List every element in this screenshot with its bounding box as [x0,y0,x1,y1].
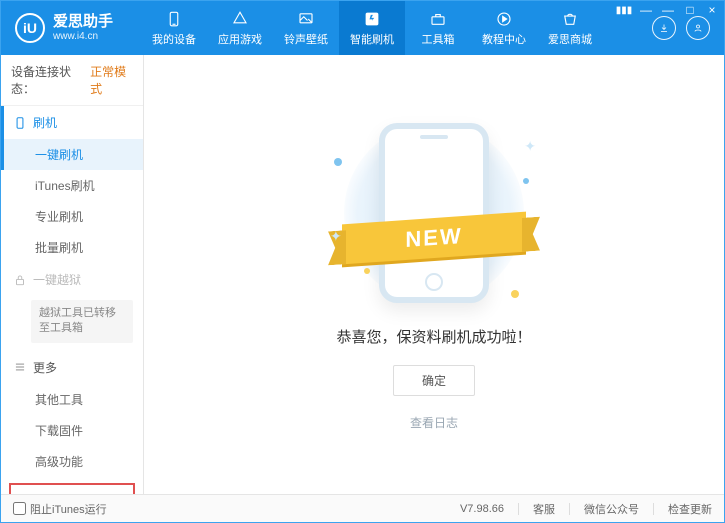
block-itunes-checkbox[interactable]: 阻止iTunes运行 [13,501,107,517]
flash-head-label: 刷机 [33,114,57,131]
main-content: NEW ✦ ✦ 恭喜您，保资料刷机成功啦！ 确定 查看日志 [144,55,724,494]
jailbreak-section: 一键越狱 越狱工具已转移至工具箱 [1,263,143,351]
maximize-button[interactable]: □ [682,3,698,17]
sidebar-item-pro[interactable]: 专业刷机 [1,201,143,232]
success-illustration: NEW ✦ ✦ [324,118,544,308]
wechat-link[interactable]: 微信公众号 [584,501,639,517]
jailbreak-note: 越狱工具已转移至工具箱 [31,300,133,343]
body: 设备连接状态： 正常模式 刷机 一键刷机 iTunes刷机 专业刷机 批量刷机 … [1,55,724,494]
toolbox-icon [429,10,447,28]
lock-icon [13,273,27,287]
window-controls: ▮▮▮ — — □ × [616,3,720,17]
sidebar-item-download-fw[interactable]: 下载固件 [1,415,143,446]
menu-icon[interactable]: ▮▮▮ [616,3,632,17]
nav-label: 工具箱 [422,31,455,47]
separator [518,503,519,515]
minimize-button[interactable]: — [660,3,676,17]
flash-icon [363,10,381,28]
footer-right: V7.98.66 客服 微信公众号 检查更新 [460,501,712,517]
apps-icon [231,10,249,28]
flash-heading[interactable]: 刷机 [1,106,143,139]
tutorial-icon [495,10,513,28]
connection-status: 设备连接状态： 正常模式 [1,55,143,106]
nav-my-device[interactable]: 我的设备 [141,1,207,55]
block-itunes-label: 阻止iTunes运行 [30,501,107,517]
brand-logo-icon: iU [15,13,45,43]
nav-tutorial[interactable]: 教程中心 [471,1,537,55]
support-link[interactable]: 客服 [533,501,555,517]
user-button[interactable] [686,16,710,40]
flash-section: 刷机 一键刷机 iTunes刷机 专业刷机 批量刷机 [1,106,143,263]
brand-url: www.i4.cn [53,31,113,43]
app-window: iU 爱思助手 www.i4.cn 我的设备 应用游戏 铃声壁纸 智能刷机 [0,0,725,523]
download-button[interactable] [652,16,676,40]
separator [569,503,570,515]
nav-label: 智能刷机 [350,31,394,47]
sidebar-item-itunes[interactable]: iTunes刷机 [1,170,143,201]
jailbreak-head-label: 一键越狱 [33,271,81,288]
decor-dot [523,178,529,184]
nav-smart-flash[interactable]: 智能刷机 [339,1,405,55]
brand-title: 爱思助手 [53,13,113,31]
list-icon [13,360,27,374]
conn-label: 设备连接状态： [11,63,86,97]
nav-app-games[interactable]: 应用游戏 [207,1,273,55]
sidebar: 设备连接状态： 正常模式 刷机 一键刷机 iTunes刷机 专业刷机 批量刷机 … [1,55,144,494]
sidebar-item-oneclick[interactable]: 一键刷机 [1,139,143,170]
wallpaper-icon [297,10,315,28]
close-button[interactable]: × [704,3,720,17]
dash-icon[interactable]: — [638,3,654,17]
nav-label: 应用游戏 [218,31,262,47]
decor-dot [511,290,519,298]
nav-store[interactable]: 爱思商城 [537,1,603,55]
nav-label: 教程中心 [482,31,526,47]
decor-dot [334,158,342,166]
title-bar: iU 爱思助手 www.i4.cn 我的设备 应用游戏 铃声壁纸 智能刷机 [1,1,724,55]
sidebar-item-batch[interactable]: 批量刷机 [1,232,143,263]
success-message: 恭喜您，保资料刷机成功啦！ [336,326,531,347]
nav-toolbox[interactable]: 工具箱 [405,1,471,55]
nav-label: 爱思商城 [548,31,592,47]
phone-small-icon [13,116,27,130]
phone-icon [165,10,183,28]
more-head-label: 更多 [33,359,57,376]
main-nav: 我的设备 应用游戏 铃声壁纸 智能刷机 工具箱 教程中心 [141,1,652,55]
nav-label: 我的设备 [152,31,196,47]
status-bar: 阻止iTunes运行 V7.98.66 客服 微信公众号 检查更新 [1,494,724,522]
sidebar-item-other-tools[interactable]: 其他工具 [1,384,143,415]
check-update-link[interactable]: 检查更新 [668,501,712,517]
nav-ring-wall[interactable]: 铃声壁纸 [273,1,339,55]
view-log-link[interactable]: 查看日志 [410,414,458,431]
store-icon [561,10,579,28]
sidebar-item-advanced[interactable]: 高级功能 [1,446,143,477]
brand: iU 爱思助手 www.i4.cn [1,1,141,55]
version-label: V7.98.66 [460,503,504,515]
separator [653,503,654,515]
decor-star-icon: ✦ [330,228,342,245]
nav-label: 铃声壁纸 [284,31,328,47]
conn-mode: 正常模式 [90,63,133,97]
jailbreak-heading: 一键越狱 [1,263,143,296]
more-section: 更多 其他工具 下载固件 高级功能 [1,351,143,477]
more-heading[interactable]: 更多 [1,351,143,384]
ok-button[interactable]: 确定 [393,365,475,396]
phone-graphic-icon [379,123,489,303]
decor-dot [364,268,370,274]
decor-star-icon: ✦ [524,138,536,155]
brand-text: 爱思助手 www.i4.cn [53,13,113,43]
